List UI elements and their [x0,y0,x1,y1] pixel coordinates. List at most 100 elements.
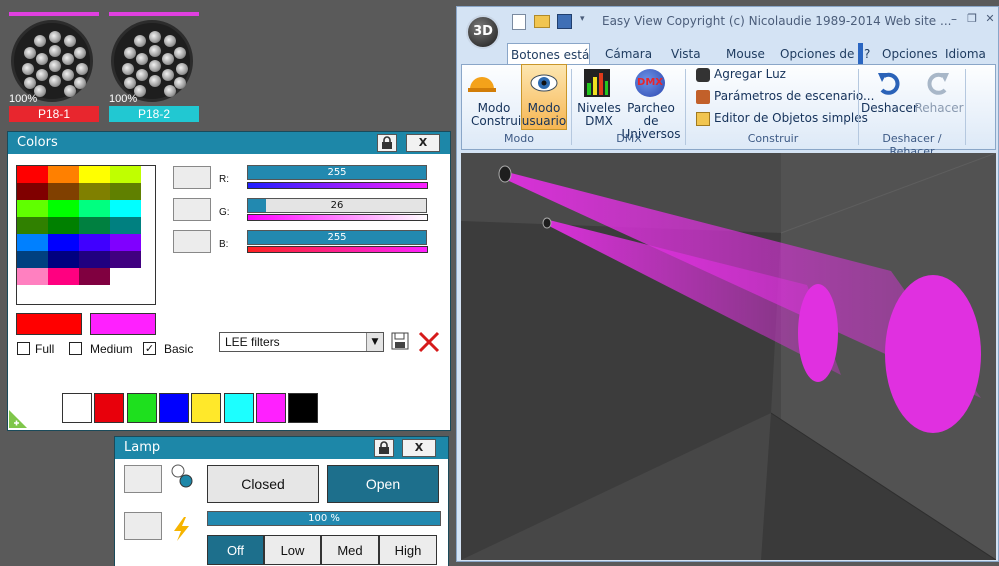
color-grid-swatch[interactable] [110,251,141,268]
level-high-button[interactable]: High [379,535,437,565]
tab-opciones-de-re[interactable]: Opciones de re [780,43,857,65]
niveles-dmx-button[interactable]: Niveles DMX [577,102,621,128]
close-button[interactable]: X [406,134,440,152]
palette-swatch[interactable] [288,393,319,423]
basic-checkbox[interactable]: ✓ [143,342,156,355]
level-low-button[interactable]: Low [264,535,321,565]
color-grid-swatch[interactable] [79,200,110,217]
color-grid-swatch[interactable] [17,268,48,285]
color-grid-swatch[interactable] [79,268,110,285]
fixture-p18-1[interactable]: 100% P18-1 [9,12,101,124]
minimize-button[interactable]: – [946,12,962,28]
palette-swatch[interactable] [223,393,254,423]
new-file-icon[interactable] [512,14,526,30]
parametros-label: Parámetros de escenario... [714,89,875,103]
stage-icon [696,89,710,104]
tab-vista[interactable]: Vista [671,43,701,65]
red-preset-button[interactable] [173,166,211,189]
medium-checkbox[interactable] [69,342,82,355]
save-icon[interactable] [391,332,409,350]
restore-button[interactable]: ❐ [964,12,980,28]
palette-swatch[interactable] [255,393,286,423]
color-grid-swatch[interactable] [17,251,48,268]
palette-swatch[interactable] [126,393,157,423]
color-grid-swatch[interactable] [110,183,141,200]
tab-help[interactable]: ? [864,43,870,65]
color-grid-swatch[interactable] [17,217,48,234]
dimmer-slider[interactable]: 100 % [207,511,441,526]
tab-camara[interactable]: Cámara [605,43,652,65]
close-button[interactable]: X [402,439,436,457]
red-value: 255 [327,167,347,178]
3d-viewport[interactable] [461,153,996,560]
blue-slider[interactable]: 255 [247,230,427,245]
color-grid-swatch[interactable] [17,183,48,200]
modo-usuario-button[interactable]: Modo usuario [521,102,567,128]
fixture-p18-2[interactable]: 100% P18-2 [109,12,201,124]
color-grid-swatch[interactable] [48,234,79,251]
led-icon [162,69,174,81]
open-button[interactable]: Open [327,465,439,503]
rehacer-button[interactable]: Rehacer [913,102,965,115]
level-med-button[interactable]: Med [321,535,379,565]
color-grid-swatch[interactable] [48,183,79,200]
delete-icon[interactable] [418,331,440,353]
undo-icon [876,70,902,96]
palette-swatch[interactable] [94,393,125,423]
color-grid-swatch[interactable] [79,217,110,234]
tab-opciones[interactable]: Opciones [882,43,938,65]
color-grid-swatch[interactable] [110,200,141,217]
palette-swatch[interactable] [191,393,222,423]
color-grid-swatch[interactable] [110,234,141,251]
led-icon [134,35,146,47]
color-grid-swatch[interactable] [48,251,79,268]
palette-swatch[interactable] [158,393,189,423]
modo-construir-button[interactable]: Modo Construir [471,102,526,128]
current-color-swatch[interactable] [16,313,82,335]
blue-preset-button[interactable] [173,230,211,253]
color-grid-swatch[interactable] [79,166,110,183]
lock-icon[interactable] [374,439,394,457]
tab-idioma[interactable]: Idioma [945,43,986,65]
close-window-button[interactable]: ✕ [982,12,998,28]
chevron-down-icon[interactable]: ▼ [366,333,383,351]
deshacer-button[interactable]: Deshacer [861,102,918,115]
color-grid-swatch[interactable] [17,234,48,251]
color-grid-swatch[interactable] [17,200,48,217]
target-color-swatch[interactable] [90,313,156,335]
tab-botones[interactable]: Botones estánd [507,43,590,65]
green-preset-button[interactable] [173,198,211,221]
color-grid-swatch[interactable] [48,217,79,234]
agregar-luz-button[interactable]: Agregar Luz [696,67,786,82]
shutter-preset-button[interactable] [124,465,162,493]
color-grid-swatch[interactable] [110,217,141,234]
quick-access-dropdown-icon[interactable]: ▾ [580,14,585,24]
green-slider[interactable]: 26 [247,198,427,213]
agregar-luz-label: Agregar Luz [714,67,786,81]
editor-objetos-button[interactable]: Editor de Objetos simples [696,111,868,126]
window-title: Easy View Copyright (c) Nicolaudie 1989-… [602,14,952,28]
save-icon[interactable] [557,14,572,29]
add-color-icon[interactable] [9,410,27,428]
color-grid-swatch[interactable] [110,166,141,183]
parametros-escenario-button[interactable]: Parámetros de escenario... [696,89,874,104]
red-slider[interactable]: 255 [247,165,427,180]
color-grid-swatch[interactable] [48,268,79,285]
filter-select[interactable]: LEE filters ▼ [219,332,384,352]
closed-button[interactable]: Closed [207,465,319,503]
palette-swatch[interactable] [62,393,92,423]
level-off-button[interactable]: Off [207,535,264,565]
color-grid-swatch[interactable] [17,166,48,183]
tab-mouse[interactable]: Mouse [726,43,765,65]
app-logo-button[interactable]: 3D [466,15,500,49]
dimmer-preset-button[interactable] [124,512,162,540]
color-grid-swatch[interactable] [79,183,110,200]
lock-icon[interactable] [377,134,397,152]
color-grid-swatch[interactable] [110,268,141,285]
full-checkbox[interactable] [17,342,30,355]
color-grid-swatch[interactable] [48,166,79,183]
color-grid-swatch[interactable] [79,251,110,268]
open-folder-icon[interactable] [534,15,550,28]
color-grid-swatch[interactable] [79,234,110,251]
color-grid-swatch[interactable] [48,200,79,217]
